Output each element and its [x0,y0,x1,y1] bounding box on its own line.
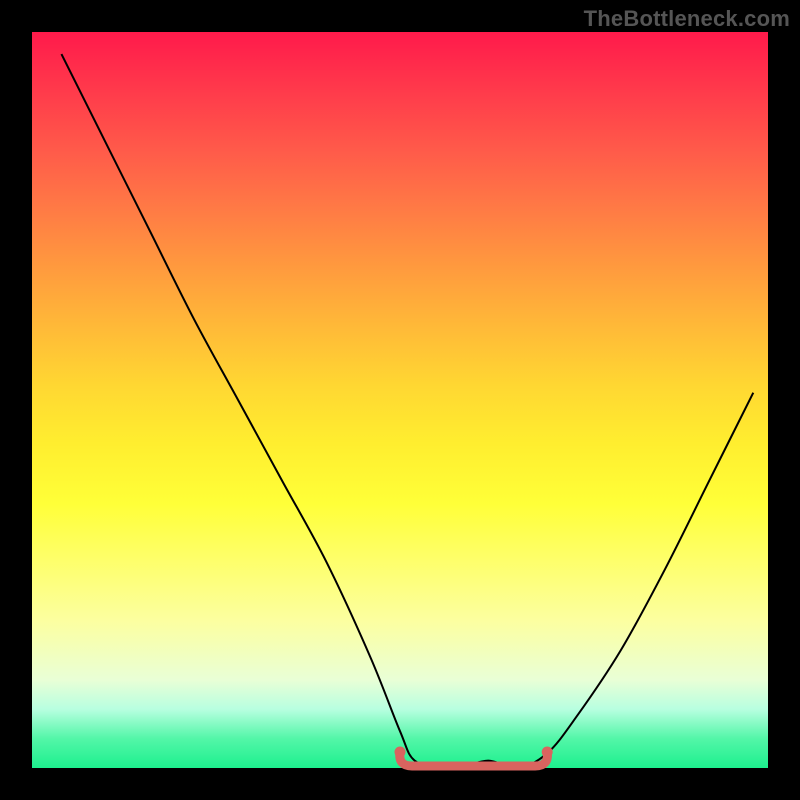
chart-svg [32,32,768,768]
watermark-text: TheBottleneck.com [584,6,790,32]
bottleneck-curve [61,54,753,769]
chart-frame: TheBottleneck.com [0,0,800,800]
plot-area [32,32,768,768]
zero-bottleneck-band [400,752,548,766]
band-endpoint [395,747,406,758]
curve-group [61,54,753,769]
band-endpoint [542,747,553,758]
highlight-group [395,747,553,767]
